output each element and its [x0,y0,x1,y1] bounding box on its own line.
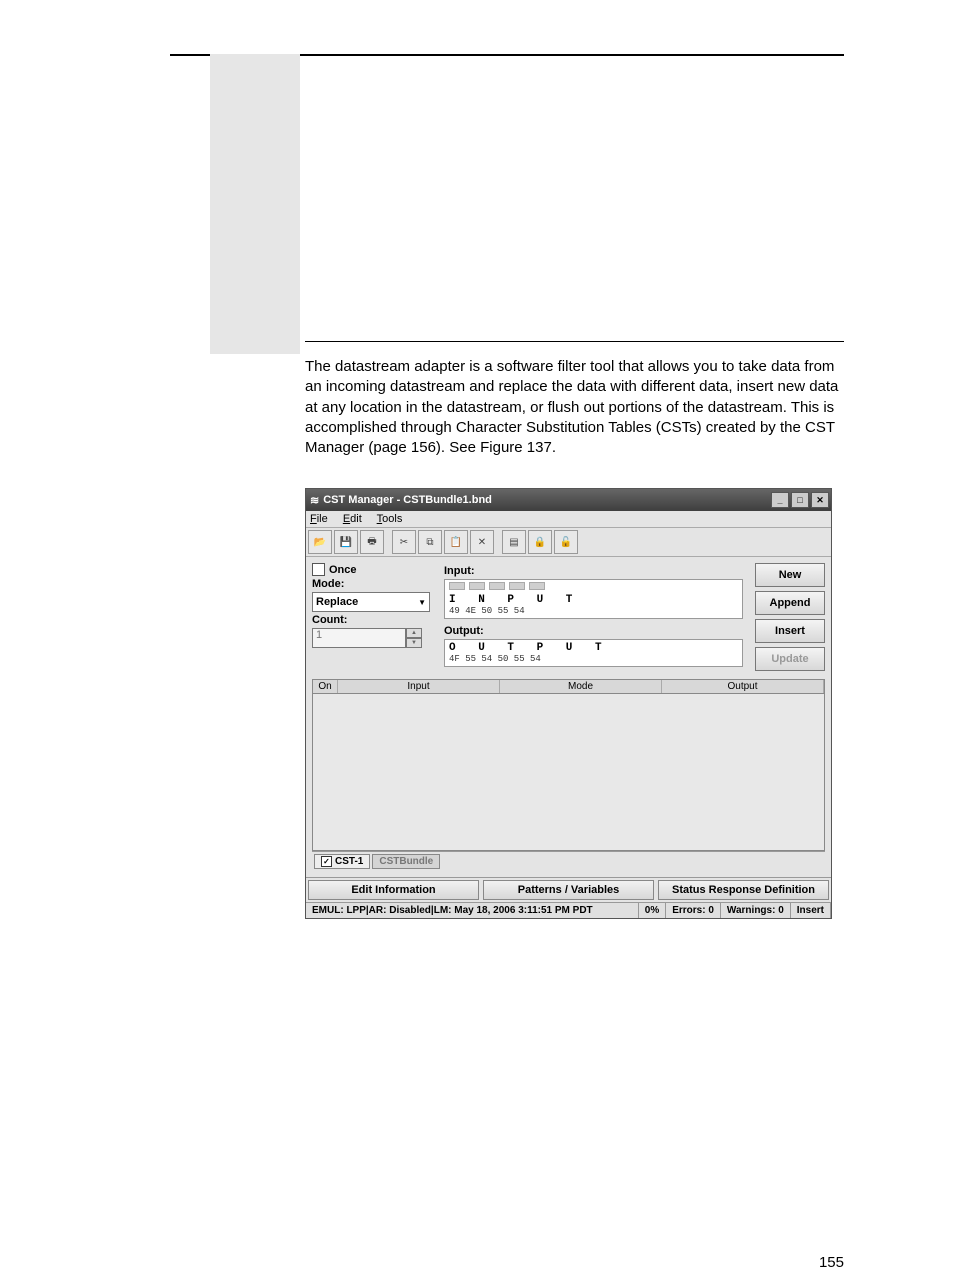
tab-bundle-label: CSTBundle [379,856,433,867]
window-title: CST Manager - CSTBundle1.bnd [323,494,492,506]
count-value: 1 [312,628,406,648]
paste-icon[interactable]: 📋 [444,530,468,554]
col-output[interactable]: Output [662,680,824,693]
status-warnings: Warnings: 0 [721,903,791,918]
mode-select[interactable]: Replace ▼ [312,592,430,612]
update-button[interactable]: Update [755,647,825,671]
status-bar: EMUL: LPP|AR: Disabled|LM: May 18, 2006 … [306,902,831,918]
mode-value: Replace [316,596,358,608]
tab-strip: ✓ CST-1 CSTBundle [312,851,825,871]
col-on[interactable]: On [313,680,338,693]
tool-c-icon[interactable]: 🔓 [554,530,578,554]
input-chars: I N P U T [449,594,738,606]
tab-cst1[interactable]: ✓ CST-1 [314,854,370,869]
delete-icon[interactable]: ✕ [470,530,494,554]
pane-buttons: Edit Information Patterns / Variables St… [306,877,831,902]
save-icon[interactable]: 💾 [334,530,358,554]
maximize-button[interactable]: □ [791,492,809,508]
menu-bar: File Edit Tools [306,511,831,528]
section-rule [305,341,844,342]
app-window: ≋ CST Manager - CSTBundle1.bnd _ □ ✕ Fil… [305,488,832,919]
new-button[interactable]: New [755,563,825,587]
open-icon[interactable]: 📂 [308,530,332,554]
titlebar: ≋ CST Manager - CSTBundle1.bnd _ □ ✕ [306,489,831,511]
count-spinner[interactable]: 1 ▲ ▼ [312,628,422,648]
spinner-up-icon[interactable]: ▲ [406,628,422,638]
print-icon[interactable]: 🖶 [360,530,384,554]
toolbar: 📂 💾 🖶 ✂ ⧉ 📋 ✕ ▤ 🔒 🔓 [306,528,831,557]
copy-icon[interactable]: ⧉ [418,530,442,554]
tool-b-icon[interactable]: 🔒 [528,530,552,554]
col-mode[interactable]: Mode [500,680,662,693]
rules-table: On Input Mode Output [312,679,825,851]
input-field[interactable]: I N P U T 49 4E 50 55 54 [444,579,743,619]
insert-button[interactable]: Insert [755,619,825,643]
table-header: On Input Mode Output [313,680,824,694]
output-hex: 4F 55 54 50 55 54 [449,654,738,664]
patterns-variables-button[interactable]: Patterns / Variables [483,880,654,900]
status-response-button[interactable]: Status Response Definition [658,880,829,900]
app-body: Once Mode: Replace ▼ Count: 1 ▲ ▼ [306,557,831,877]
count-label: Count: [312,614,432,626]
output-label: Output: [444,625,743,637]
body-paragraph: The datastream adapter is a software fil… [305,357,844,458]
chevron-down-icon: ▼ [418,598,426,607]
once-label: Once [329,564,357,576]
close-button[interactable]: ✕ [811,492,829,508]
status-errors: Errors: 0 [666,903,721,918]
status-percent: 0% [639,903,666,918]
menu-edit[interactable]: Edit [343,513,362,525]
spinner-down-icon[interactable]: ▼ [406,638,422,648]
tool-a-icon[interactable]: ▤ [502,530,526,554]
col-input[interactable]: Input [338,680,500,693]
mode-label: Mode: [312,578,432,590]
app-icon: ≋ [310,494,319,507]
sidebar-placeholder [210,54,300,354]
edit-information-button[interactable]: Edit Information [308,880,479,900]
output-chars: O U T P U T [449,642,738,654]
input-hex: 49 4E 50 55 54 [449,606,738,616]
minimize-button[interactable]: _ [771,492,789,508]
once-checkbox[interactable]: Once [312,563,432,576]
tab-cst1-label: CST-1 [335,856,363,867]
page-number: 155 [819,1254,844,1271]
tab-bundle[interactable]: CSTBundle [372,854,440,869]
status-mode: Insert [791,903,831,918]
menu-tools[interactable]: Tools [377,513,403,525]
input-label: Input: [444,565,743,577]
cut-icon[interactable]: ✂ [392,530,416,554]
menu-file[interactable]: File [310,513,328,525]
status-left: EMUL: LPP|AR: Disabled|LM: May 18, 2006 … [306,903,639,918]
output-field[interactable]: O U T P U T 4F 55 54 50 55 54 [444,639,743,667]
append-button[interactable]: Append [755,591,825,615]
